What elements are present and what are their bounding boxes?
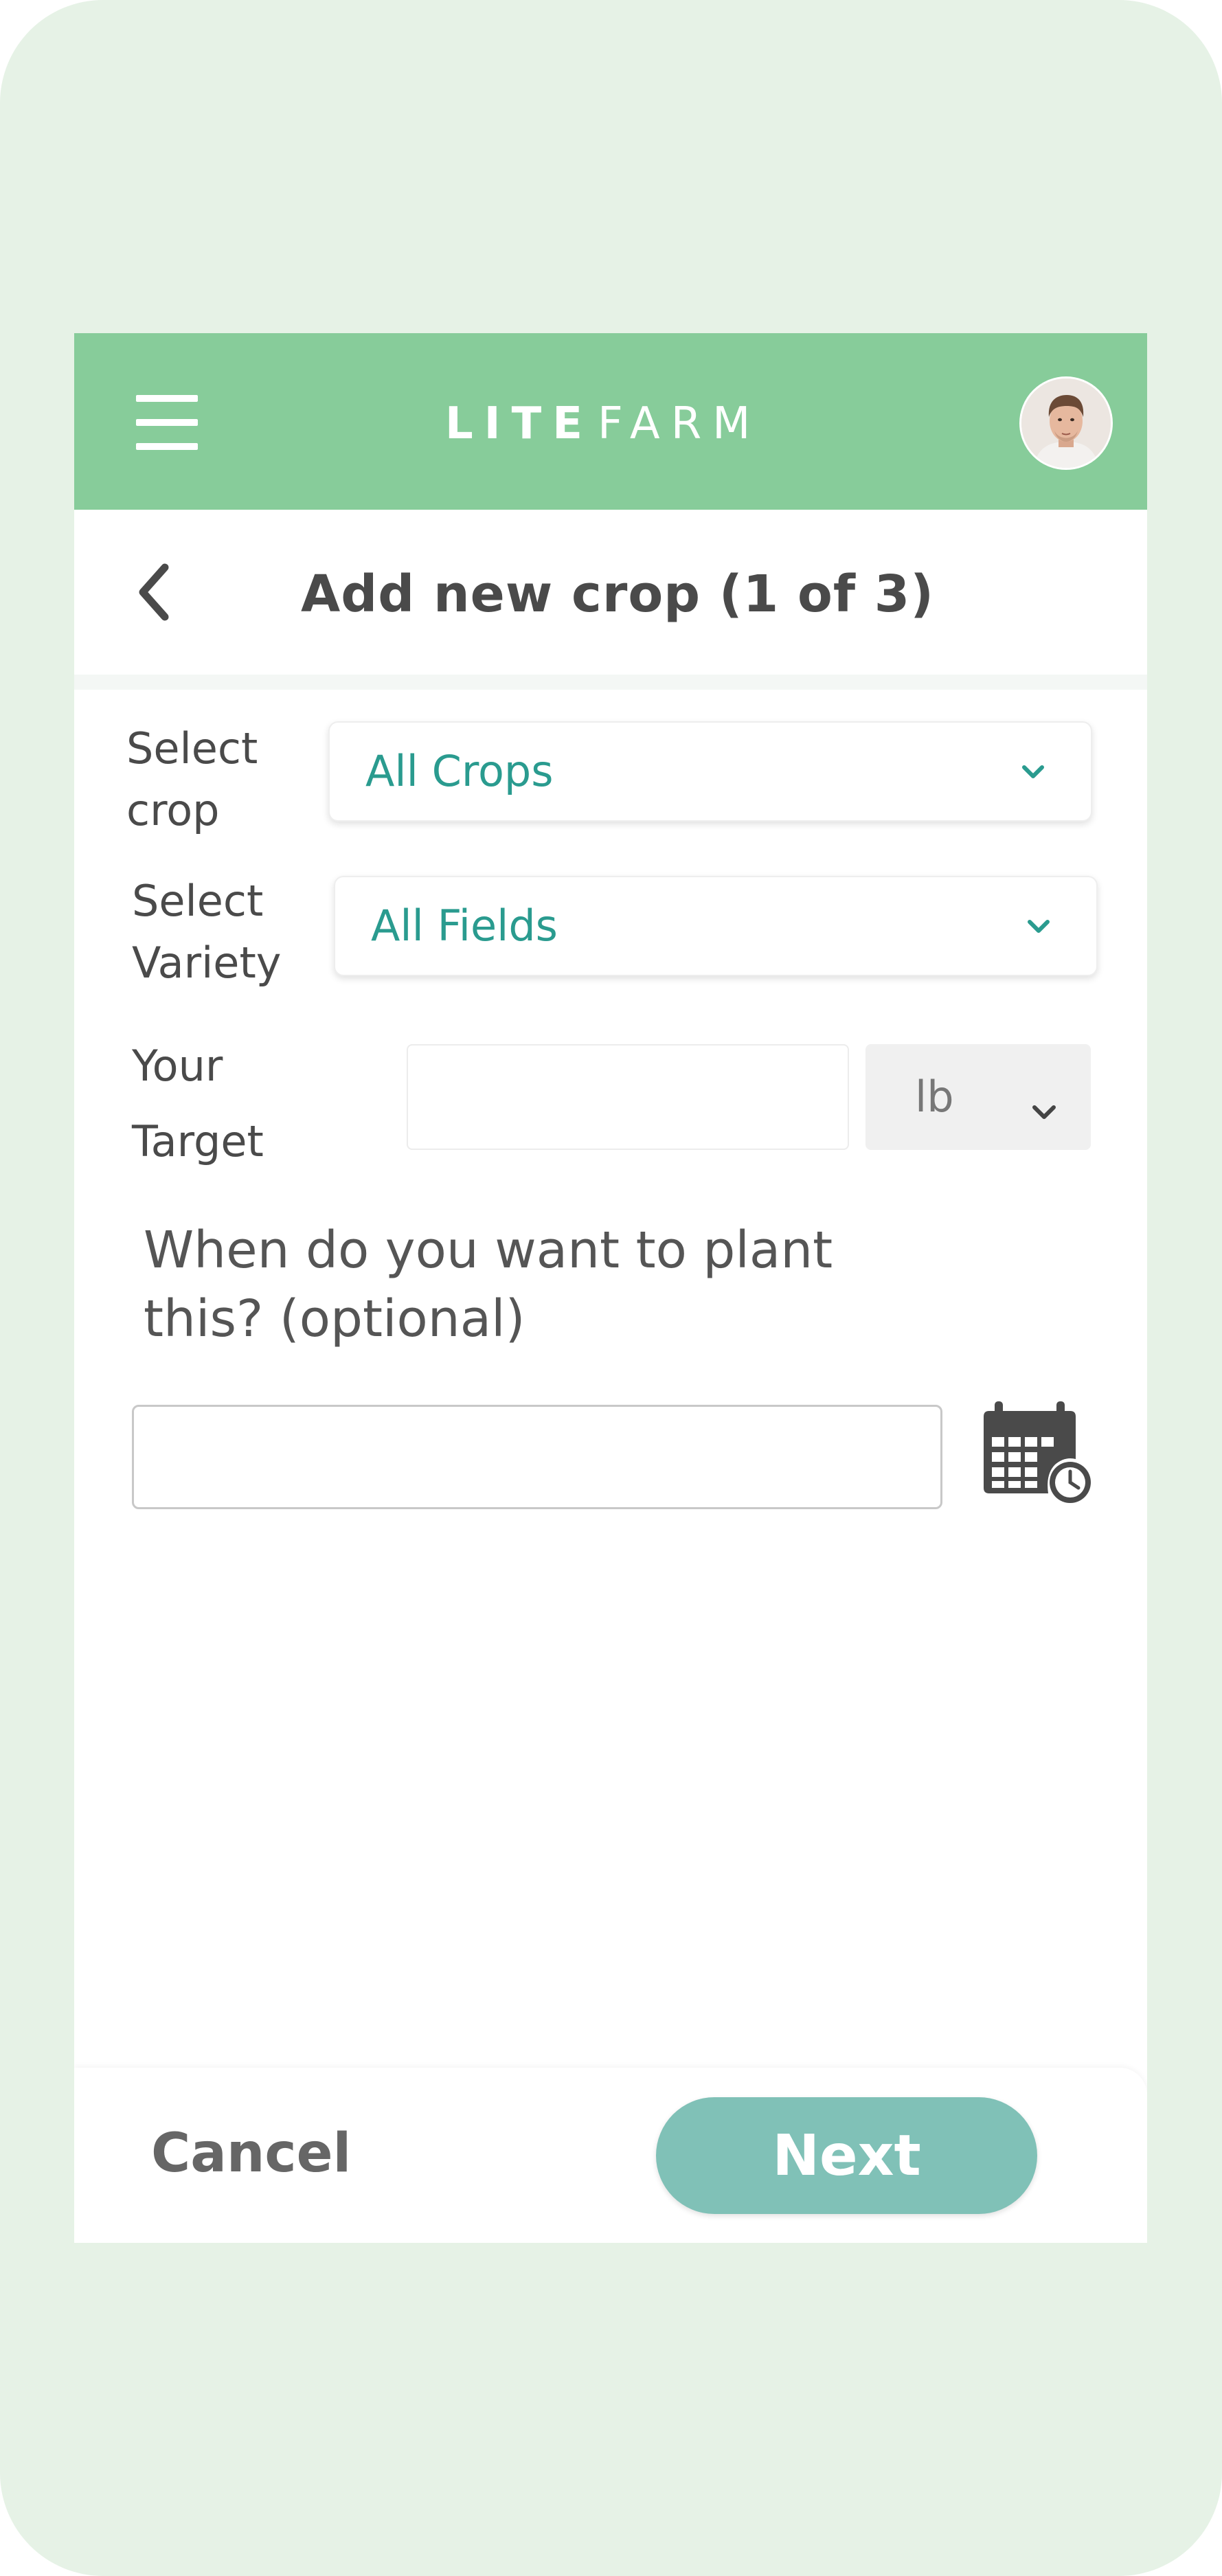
select-variety-label-line1: Select bbox=[132, 876, 264, 926]
litefarm-logo: LITE FARM bbox=[445, 396, 789, 451]
plant-date-question: When do you want to plant this? (optiona… bbox=[144, 1216, 968, 1353]
select-crop-value: All Crops bbox=[365, 746, 554, 796]
select-variety-dropdown[interactable]: All Fields bbox=[334, 876, 1098, 976]
logo-text-lite: LITE bbox=[445, 398, 593, 449]
unit-select[interactable]: lb bbox=[865, 1044, 1091, 1150]
plant-date-input[interactable] bbox=[132, 1405, 942, 1509]
select-variety-value: All Fields bbox=[371, 901, 558, 951]
chevron-down-icon bbox=[1028, 920, 1050, 933]
app-screen: LITE FARM Add new crop (1 of 3) Select c… bbox=[74, 333, 1147, 2243]
select-crop-label-line1: Select bbox=[126, 723, 258, 773]
chevron-down-icon bbox=[1032, 1105, 1056, 1119]
section-divider bbox=[74, 675, 1147, 690]
avatar-portrait-icon bbox=[1021, 379, 1111, 468]
select-crop-label-line2: crop bbox=[126, 785, 220, 835]
top-navigation-bar: LITE FARM bbox=[74, 333, 1147, 510]
chevron-down-icon bbox=[1022, 765, 1044, 778]
next-button[interactable]: Next bbox=[656, 2097, 1037, 2214]
page-title: Add new crop (1 of 3) bbox=[301, 565, 935, 624]
calendar-clock-icon[interactable] bbox=[980, 1401, 1094, 1504]
logo-text-farm: FARM bbox=[597, 398, 762, 449]
select-variety-label: Select Variety bbox=[132, 870, 281, 994]
your-target-label-line1: Your bbox=[132, 1041, 223, 1091]
device-frame: LITE FARM Add new crop (1 of 3) Select c… bbox=[0, 0, 1222, 2576]
unit-value: lb bbox=[915, 1072, 954, 1122]
hamburger-menu-icon[interactable] bbox=[136, 395, 198, 450]
select-variety-label-line2: Variety bbox=[132, 938, 282, 988]
target-amount-input[interactable] bbox=[407, 1044, 849, 1150]
title-row: Add new crop (1 of 3) bbox=[74, 510, 1147, 675]
plant-date-question-line1: When do you want to plant bbox=[144, 1221, 833, 1280]
select-crop-dropdown[interactable]: All Crops bbox=[328, 721, 1092, 822]
footer-action-bar: Cancel Next bbox=[74, 2068, 1147, 2243]
plant-date-question-line2: this? (optional) bbox=[144, 1289, 525, 1348]
your-target-label-line2: Target bbox=[132, 1116, 264, 1166]
your-target-label: Your Target bbox=[132, 1028, 264, 1179]
user-avatar[interactable] bbox=[1019, 376, 1113, 470]
chevron-left-icon[interactable] bbox=[129, 558, 184, 626]
select-crop-label: Select crop bbox=[126, 718, 258, 841]
cancel-button[interactable]: Cancel bbox=[151, 2123, 351, 2184]
